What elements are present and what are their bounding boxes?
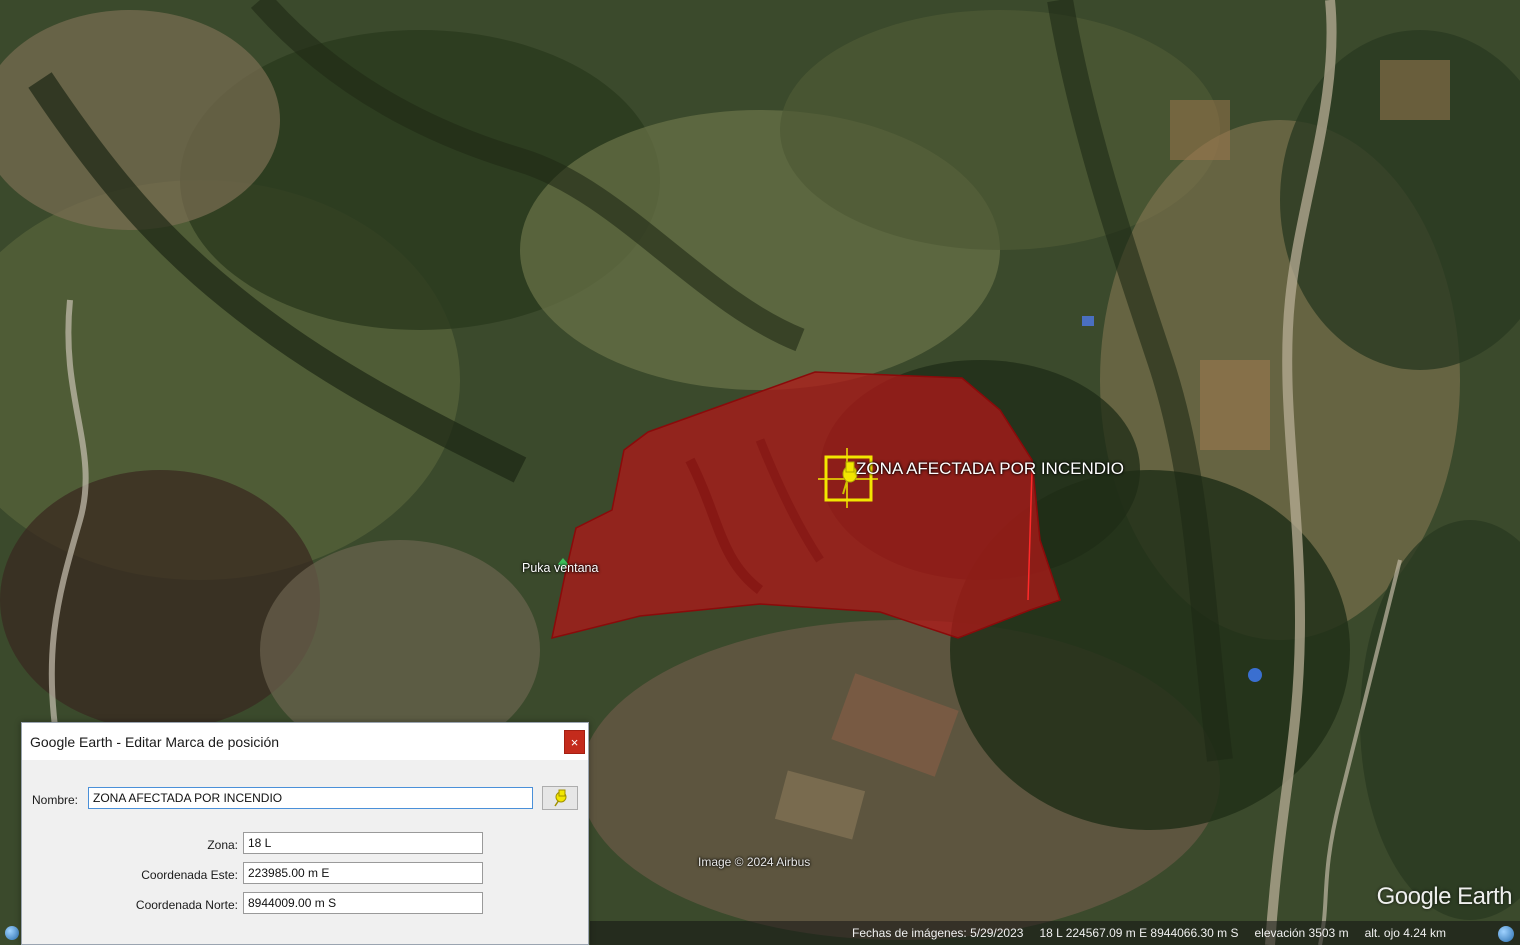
- pushpin-icon: [554, 789, 567, 807]
- placemark-icon-button[interactable]: [542, 786, 578, 810]
- status-bar: Fechas de imágenes: 5/29/2023 18 L 22456…: [590, 921, 1520, 945]
- status-globe-icon: [1498, 926, 1514, 942]
- placemark-label[interactable]: ZONA AFECTADA POR INCENDIO: [856, 459, 1124, 479]
- puka-ventana-label[interactable]: Puka ventana: [522, 561, 598, 575]
- north-coordinate-label: Coordenada Norte:: [135, 898, 238, 912]
- dialog-titlebar[interactable]: Google Earth - Editar Marca de posición …: [22, 723, 588, 760]
- name-label: Nombre:: [32, 793, 79, 807]
- name-input[interactable]: ZONA AFECTADA POR INCENDIO: [88, 787, 533, 809]
- east-coordinate-label: Coordenada Este:: [141, 868, 238, 882]
- zone-input[interactable]: 18 L: [243, 832, 483, 854]
- edit-placemark-dialog: Google Earth - Editar Marca de posición …: [21, 722, 589, 945]
- elevation-readout: elevación 3503 m: [1254, 926, 1349, 940]
- zone-label: Zona:: [207, 838, 238, 852]
- dialog-title: Google Earth - Editar Marca de posición: [30, 733, 280, 750]
- close-button[interactable]: ×: [564, 730, 585, 754]
- cursor-coordinates: 18 L 224567.09 m E 8944066.30 m S: [1039, 926, 1239, 940]
- google-earth-logo: Google Earth: [1376, 883, 1513, 910]
- image-credit: Image © 2024 Airbus: [698, 855, 811, 869]
- east-coordinate-input[interactable]: 223985.00 m E: [243, 862, 483, 884]
- imagery-date: Fechas de imágenes: 5/29/2023: [852, 926, 1024, 940]
- eye-altitude-readout: alt. ojo 4.24 km: [1364, 926, 1446, 940]
- north-coordinate-input[interactable]: 8944009.00 m S: [243, 892, 483, 914]
- globe-icon: [5, 926, 19, 940]
